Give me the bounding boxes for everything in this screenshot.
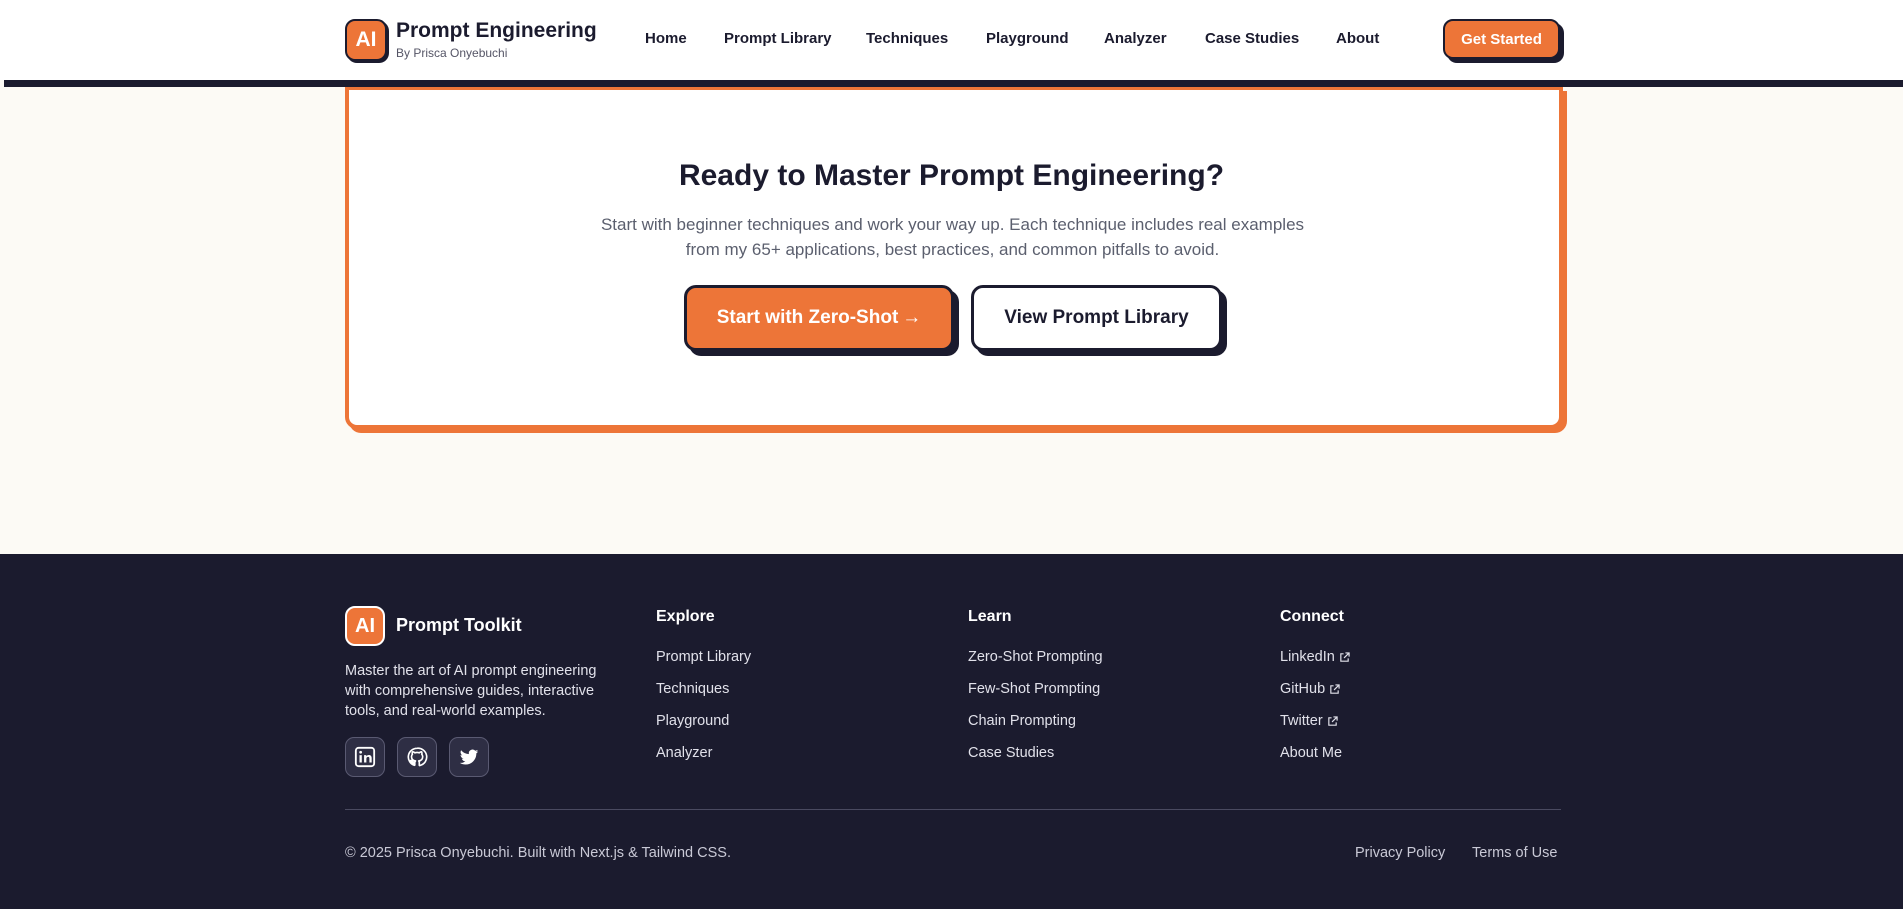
nav-home[interactable]: Home <box>645 30 687 47</box>
footer-copyright: © 2025 Prisca Onyebuchi. Built with Next… <box>345 845 731 861</box>
header-divider <box>4 80 1903 87</box>
nav-playground[interactable]: Playground <box>986 30 1069 47</box>
nav-about[interactable]: About <box>1336 30 1379 47</box>
twitter-icon <box>459 749 479 765</box>
footer-link-twitter[interactable]: Twitter <box>1280 713 1338 729</box>
site-header <box>0 0 1903 80</box>
github-icon <box>407 747 428 767</box>
footer-link-few-shot[interactable]: Few-Shot Prompting <box>968 681 1100 697</box>
brand-subtitle: By Prisca Onyebuchi <box>396 46 508 60</box>
terms-of-use-link[interactable]: Terms of Use <box>1472 845 1557 861</box>
footer-heading-connect: Connect <box>1280 608 1344 625</box>
footer-divider <box>345 809 1561 810</box>
cta-title: Ready to Master Prompt Engineering? <box>678 159 1225 192</box>
footer-heading-explore: Explore <box>656 608 715 625</box>
github-button[interactable] <box>397 737 437 777</box>
footer-link-playground[interactable]: Playground <box>656 713 729 729</box>
footer-link-techniques[interactable]: Techniques <box>656 681 729 697</box>
linkedin-button[interactable] <box>345 737 385 777</box>
external-link-icon <box>1340 651 1350 662</box>
footer-link-prompt-library[interactable]: Prompt Library <box>656 649 751 665</box>
footer-heading-learn: Learn <box>968 608 1012 625</box>
nav-analyzer[interactable]: Analyzer <box>1104 30 1167 47</box>
footer-link-case-studies[interactable]: Case Studies <box>968 745 1054 761</box>
footer-link-github-label: GitHub <box>1280 681 1326 697</box>
footer-description: Master the art of AI prompt engineering … <box>345 663 597 719</box>
external-link-icon <box>1327 715 1338 726</box>
arrow-right-icon: → <box>902 307 922 328</box>
cta-description: Start with beginner techniques and work … <box>600 215 1305 259</box>
brand-title[interactable]: Prompt Engineering <box>396 19 597 43</box>
nav-prompt-library[interactable]: Prompt Library <box>724 30 832 47</box>
nav-case-studies[interactable]: Case Studies <box>1205 30 1299 47</box>
footer-link-chain-prompting[interactable]: Chain Prompting <box>968 713 1076 729</box>
start-zero-shot-label: Start with Zero-Shot <box>716 307 899 328</box>
twitter-button[interactable] <box>449 737 489 777</box>
linkedin-icon <box>354 746 376 768</box>
site-footer <box>0 554 1903 909</box>
footer-link-linkedin-label: LinkedIn <box>1280 649 1335 665</box>
footer-link-zero-shot[interactable]: Zero-Shot Prompting <box>968 649 1103 665</box>
footer-link-about-me[interactable]: About Me <box>1280 745 1342 761</box>
nav-techniques[interactable]: Techniques <box>866 30 948 47</box>
start-zero-shot-button[interactable]: Start with Zero-Shot → <box>684 285 954 351</box>
footer-link-github[interactable]: GitHub <box>1280 681 1340 697</box>
footer-link-linkedin[interactable]: LinkedIn <box>1280 649 1350 665</box>
logo[interactable]: AI <box>345 19 387 61</box>
get-started-button[interactable]: Get Started <box>1443 19 1560 59</box>
external-link-icon <box>1330 683 1340 694</box>
privacy-policy-link[interactable]: Privacy Policy <box>1355 845 1445 861</box>
footer-logo[interactable]: AI <box>345 606 385 646</box>
view-prompt-library-button[interactable]: View Prompt Library <box>971 285 1222 351</box>
footer-brand: Prompt Toolkit <box>396 615 522 635</box>
footer-link-analyzer[interactable]: Analyzer <box>656 745 712 761</box>
footer-link-twitter-label: Twitter <box>1280 713 1323 729</box>
